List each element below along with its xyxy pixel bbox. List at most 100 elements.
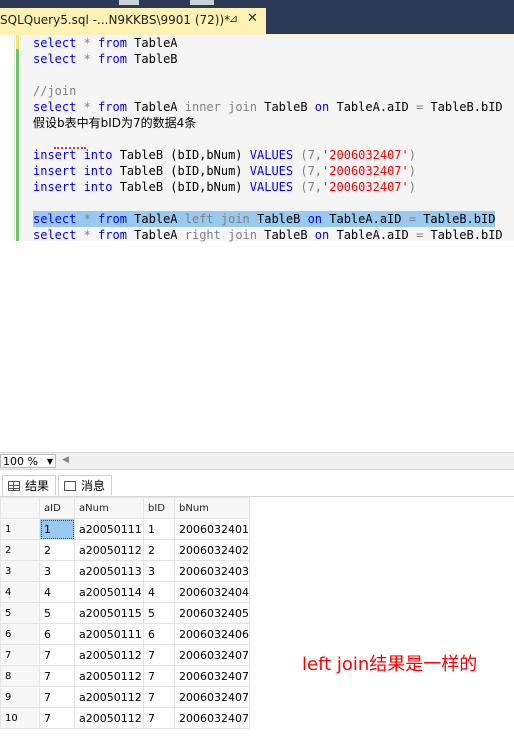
table-row[interactable]: 10 7 a20050112 7 2006032407 [0, 707, 250, 729]
tab-messages[interactable]: 消息 [58, 475, 113, 495]
table-cell[interactable]: 4 [143, 581, 175, 603]
table-cell[interactable]: 4 [39, 581, 75, 603]
table-cell[interactable]: 3 [143, 560, 175, 582]
row-number[interactable]: 1 [0, 518, 40, 540]
change-tracking-bar [16, 35, 19, 241]
pin-icon[interactable]: ⊿ [229, 12, 238, 25]
table-cell[interactable]: a20050115 [74, 602, 144, 624]
tab-results[interactable]: 结果 [2, 475, 57, 495]
document-tab[interactable]: SQLQuery5.sql -...N9KKBS\9901 (72))* ⊿ ✕ [0, 8, 266, 34]
table-cell[interactable]: 7 [39, 644, 75, 666]
table-cell[interactable]: 3 [39, 560, 75, 582]
close-icon[interactable]: ✕ [247, 11, 258, 26]
table-cell[interactable]: 1 [143, 518, 175, 540]
table-cell[interactable]: 2006032404 [174, 581, 250, 603]
table-cell[interactable]: 2006032405 [174, 602, 250, 624]
code-area[interactable]: select * from TableA select * from Table… [20, 35, 514, 243]
code-line: select * from TableA right join TableB o… [33, 227, 503, 243]
table-cell[interactable]: 2006032406 [174, 623, 250, 645]
table-cell[interactable]: 6 [143, 623, 175, 645]
table-cell[interactable]: 5 [39, 602, 75, 624]
row-number[interactable]: 4 [0, 581, 40, 603]
table-cell[interactable]: 7 [39, 665, 75, 687]
table-row[interactable]: 7 7 a20050112 7 2006032407 [0, 644, 250, 666]
table-cell[interactable]: a20050111 [74, 518, 144, 540]
code-token: TableB.bID [423, 228, 503, 242]
row-number[interactable]: 3 [0, 560, 40, 582]
document-tab-title: SQLQuery5.sql -...N9KKBS\9901 (72))* [0, 13, 231, 27]
table-cell[interactable]: 5 [143, 602, 175, 624]
table-cell[interactable]: a20050113 [74, 560, 144, 582]
code-token: on [307, 212, 323, 226]
table-cell[interactable]: 7 [143, 665, 175, 687]
table-cell[interactable]: 2006032407 [174, 644, 250, 666]
row-number[interactable]: 2 [0, 539, 40, 561]
table-cell[interactable]: 7 [143, 686, 175, 708]
table-cell[interactable]: 2006032401 [174, 518, 250, 540]
code-token: TableA.aID [329, 228, 416, 242]
code-token: '2006032407' [322, 148, 409, 162]
row-number[interactable]: 8 [0, 665, 40, 687]
column-header[interactable]: bID [143, 497, 175, 519]
code-token: '2006032407' [322, 180, 409, 194]
column-header[interactable]: aNum [74, 497, 144, 519]
table-cell[interactable]: a20050112 [74, 665, 144, 687]
table-cell[interactable]: 1 [39, 518, 75, 540]
zoom-value: 100 % [3, 455, 38, 468]
code-token: TableA [126, 228, 185, 242]
table-cell[interactable]: a20050112 [74, 539, 144, 561]
results-grid[interactable]: aID aNum bID bNum 1 1 a20050111 1 2006032401… [0, 497, 514, 749]
table-cell[interactable]: 2006032407 [174, 707, 250, 729]
table-cell[interactable]: 7 [143, 644, 175, 666]
table-cell[interactable]: a20050114 [74, 581, 144, 603]
table-row[interactable]: 3 3 a20050113 3 2006032403 [0, 560, 250, 582]
table-row[interactable]: 9 7 a20050112 7 2006032407 [0, 686, 250, 708]
zoom-select[interactable]: 100 % ▼ [0, 454, 56, 468]
row-number[interactable]: 5 [0, 602, 40, 624]
code-token: insert [33, 164, 77, 178]
spell-check-squiggle [54, 145, 86, 149]
code-token: insert [33, 180, 77, 194]
top-strip [0, 0, 514, 8]
table-cell[interactable]: 7 [39, 707, 75, 729]
table-row[interactable]: 4 4 a20050114 4 2006032404 [0, 581, 250, 603]
table-cell[interactable]: 2006032402 [174, 539, 250, 561]
code-token: on [314, 228, 330, 242]
table-row[interactable]: 5 5 a20050115 5 2006032405 [0, 602, 250, 624]
column-header[interactable]: bNum [174, 497, 250, 519]
table-cell[interactable]: 2006032407 [174, 665, 250, 687]
row-number[interactable]: 6 [0, 623, 40, 645]
row-number[interactable]: 10 [0, 707, 40, 729]
table-cell[interactable]: a20050112 [74, 644, 144, 666]
query-editor[interactable]: select * from TableA select * from Table… [0, 34, 514, 452]
message-icon [64, 481, 76, 491]
row-number-header[interactable] [0, 497, 40, 519]
table-cell[interactable]: 6 [39, 623, 75, 645]
code-token: (7, [300, 180, 323, 194]
table-cell[interactable]: 2006032407 [174, 686, 250, 708]
table-cell[interactable]: 2006032403 [174, 560, 250, 582]
table-cell[interactable]: a20050111 [74, 623, 144, 645]
table-cell[interactable]: 7 [39, 686, 75, 708]
table-row[interactable]: 8 7 a20050112 7 2006032407 [0, 665, 250, 687]
result-tabs: 结果 消息 [0, 470, 514, 497]
row-number[interactable]: 7 [0, 644, 40, 666]
table-row[interactable]: 1 1 a20050111 1 2006032401 [0, 518, 250, 540]
table-cell[interactable]: a20050112 [74, 707, 144, 729]
table-row[interactable]: 6 6 a20050111 6 2006032406 [0, 623, 250, 645]
code-token: ) [408, 164, 416, 178]
table-cell[interactable]: 2 [39, 539, 75, 561]
annotation-text: left join结果是一样的 [302, 654, 478, 675]
code-token: VALUES [249, 148, 294, 162]
scroll-left-icon[interactable]: ◀ [62, 455, 69, 465]
row-number[interactable]: 9 [0, 686, 40, 708]
code-token: (bID,bNum) [170, 164, 243, 178]
column-header[interactable]: aID [39, 497, 75, 519]
table-cell[interactable]: 2 [143, 539, 175, 561]
code-comment: //join [33, 84, 77, 98]
table-row[interactable]: 2 2 a20050112 2 2006032402 [0, 539, 250, 561]
table-cell[interactable]: a20050112 [74, 686, 144, 708]
table-cell[interactable]: 7 [143, 707, 175, 729]
code-token: TableB [257, 228, 315, 242]
